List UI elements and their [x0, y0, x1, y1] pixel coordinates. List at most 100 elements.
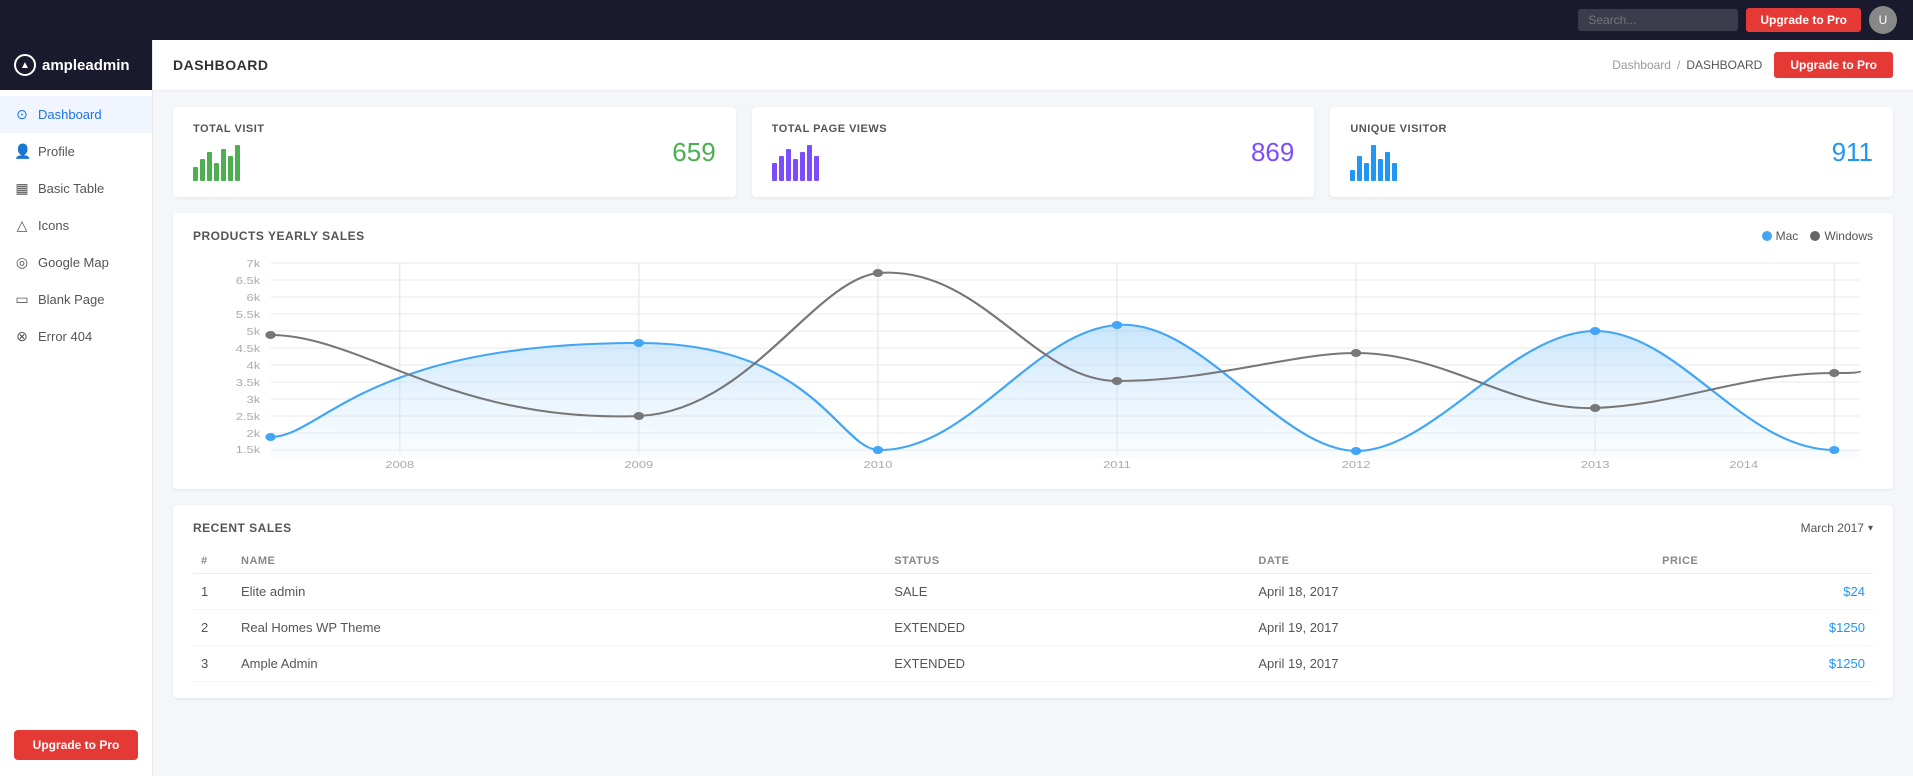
mac-dot-5 — [1590, 327, 1600, 335]
sales-filter[interactable]: March 2017 ▾ — [1801, 521, 1873, 535]
svg-text:2012: 2012 — [1342, 460, 1371, 470]
sidebar-item-profile[interactable]: 👤 Profile — [0, 133, 152, 170]
svg-text:3k: 3k — [247, 395, 261, 405]
stat-bar — [779, 156, 784, 181]
stat-bar — [235, 145, 240, 181]
legend-mac-label: Mac — [1776, 229, 1799, 243]
chart-header: PRODUCTS YEARLY SALES Mac Windows — [193, 229, 1873, 243]
mac-dot — [1762, 231, 1772, 241]
stat-bar — [1350, 170, 1355, 181]
svg-text:2011: 2011 — [1103, 460, 1131, 470]
cell-price-2: $1250 — [1654, 610, 1873, 646]
topbar-search-input[interactable] — [1578, 9, 1738, 31]
sidebar-item-dashboard[interactable]: ⊙ Dashboard — [0, 96, 152, 133]
stat-card-total-visit: TOTAL VISIT 659 — [173, 107, 736, 197]
svg-text:6.5k: 6.5k — [236, 276, 261, 286]
cell-status-2: EXTENDED — [886, 610, 1250, 646]
page-header: DASHBOARD Dashboard / DASHBOARD Upgrade … — [153, 40, 1913, 91]
sidebar-upgrade-button[interactable]: Upgrade to Pro — [14, 730, 138, 760]
topbar-avatar[interactable]: U — [1869, 6, 1897, 34]
stat-card-page-views: TOTAL PAGE VIEWS 869 — [752, 107, 1315, 197]
sidebar-nav: ⊙ Dashboard 👤 Profile ▦ Basic Table △ Ic… — [0, 90, 152, 714]
map-icon: ◎ — [14, 254, 30, 271]
cell-price-1: $24 — [1654, 574, 1873, 610]
stat-bar — [1371, 145, 1376, 181]
breadcrumb-current: DASHBOARD — [1686, 58, 1762, 72]
sidebar-item-basic-table[interactable]: ▦ Basic Table — [0, 170, 152, 207]
stat-value-unique-visitor: 911 — [1832, 137, 1873, 168]
sales-table: # NAME STATUS DATE PRICE 1 Elite admin S… — [193, 549, 1873, 682]
topbar-upgrade-button[interactable]: Upgrade to Pro — [1746, 8, 1861, 32]
svg-text:5k: 5k — [247, 327, 261, 337]
stat-label-total-visit: TOTAL VISIT — [193, 123, 265, 135]
cell-num-3: 3 — [193, 646, 233, 682]
win-dot-4 — [1351, 349, 1361, 357]
sidebar-label-google-map: Google Map — [38, 255, 109, 270]
stat-bars-page-views — [772, 145, 887, 181]
sidebar-upgrade-section: Upgrade to Pro — [0, 714, 152, 776]
col-header-num: # — [193, 549, 233, 574]
cell-status-1: SALE — [886, 574, 1250, 610]
sidebar: ▲ ampleadmin ⊙ Dashboard 👤 Profile ▦ Bas… — [0, 40, 153, 776]
win-dot-2 — [873, 269, 883, 277]
stat-card-unique-visitor: UNIQUE VISITOR 911 — [1330, 107, 1893, 197]
cell-date-1: April 18, 2017 — [1250, 574, 1654, 610]
dropdown-icon: ▾ — [1868, 523, 1873, 534]
legend-windows-label: Windows — [1824, 229, 1873, 243]
mac-dot-2 — [873, 446, 883, 454]
svg-text:2k: 2k — [247, 429, 261, 439]
mac-dot-4 — [1351, 447, 1361, 455]
legend-windows: Windows — [1810, 229, 1873, 243]
svg-text:5.5k: 5.5k — [236, 310, 261, 320]
svg-text:1.5k: 1.5k — [236, 445, 261, 455]
svg-text:7k: 7k — [247, 259, 261, 269]
chart-title: PRODUCTS YEARLY SALES — [193, 229, 365, 243]
cell-num-2: 2 — [193, 610, 233, 646]
legend-mac: Mac — [1762, 229, 1799, 243]
logo-icon: ▲ — [14, 54, 36, 76]
sidebar-item-error-404[interactable]: ⊗ Error 404 — [0, 318, 152, 355]
sidebar-item-icons[interactable]: △ Icons — [0, 207, 152, 244]
table-row: 1 Elite admin SALE April 18, 2017 $24 — [193, 574, 1873, 610]
stat-bars-total-visit — [193, 145, 265, 181]
breadcrumb: Dashboard / DASHBOARD — [1612, 58, 1762, 72]
sidebar-item-google-map[interactable]: ◎ Google Map — [0, 244, 152, 281]
sidebar-label-error-404: Error 404 — [38, 329, 92, 344]
stat-value-page-views: 869 — [1251, 137, 1294, 168]
stat-bar — [193, 167, 198, 181]
stat-label-unique-visitor: UNIQUE VISITOR — [1350, 123, 1447, 135]
sidebar-label-dashboard: Dashboard — [38, 107, 102, 122]
stat-bar — [228, 156, 233, 181]
breadcrumb-home: Dashboard — [1612, 58, 1671, 72]
cell-status-3: EXTENDED — [886, 646, 1250, 682]
cell-name-1: Elite admin — [233, 574, 886, 610]
sidebar-item-blank-page[interactable]: ▭ Blank Page — [0, 281, 152, 318]
table-icon: ▦ — [14, 180, 30, 197]
svg-text:2.5k: 2.5k — [236, 412, 261, 422]
header-upgrade-button[interactable]: Upgrade to Pro — [1774, 52, 1893, 78]
sales-table-body: 1 Elite admin SALE April 18, 2017 $24 2 … — [193, 574, 1873, 682]
stat-bar — [800, 152, 805, 181]
svg-text:3.5k: 3.5k — [236, 378, 261, 388]
main-layout: ▲ ampleadmin ⊙ Dashboard 👤 Profile ▦ Bas… — [0, 40, 1913, 776]
stat-bar — [221, 149, 226, 181]
table-row: 3 Ample Admin EXTENDED April 19, 2017 $1… — [193, 646, 1873, 682]
stats-row: TOTAL VISIT 659 TOTAL PAGE VI — [153, 91, 1913, 213]
windows-dot — [1810, 231, 1820, 241]
stat-label-page-views: TOTAL PAGE VIEWS — [772, 123, 887, 135]
table-row: 2 Real Homes WP Theme EXTENDED April 19,… — [193, 610, 1873, 646]
stat-bar — [772, 163, 777, 181]
sales-table-head: # NAME STATUS DATE PRICE — [193, 549, 1873, 574]
page-title: DASHBOARD — [173, 57, 269, 73]
cell-name-3: Ample Admin — [233, 646, 886, 682]
svg-text:2008: 2008 — [385, 460, 414, 470]
stat-bar — [807, 145, 812, 181]
win-dot-5 — [1590, 404, 1600, 412]
sidebar-label-blank-page: Blank Page — [38, 292, 105, 307]
chart-container: 7k 6.5k 6k 5.5k 5k 4.5k 4k 3.5k 3k 2.5k … — [193, 253, 1873, 473]
col-header-price: PRICE — [1654, 549, 1873, 574]
icons-icon: △ — [14, 217, 30, 234]
dashboard-icon: ⊙ — [14, 106, 30, 123]
win-dot-6 — [1829, 369, 1839, 377]
cell-num-1: 1 — [193, 574, 233, 610]
